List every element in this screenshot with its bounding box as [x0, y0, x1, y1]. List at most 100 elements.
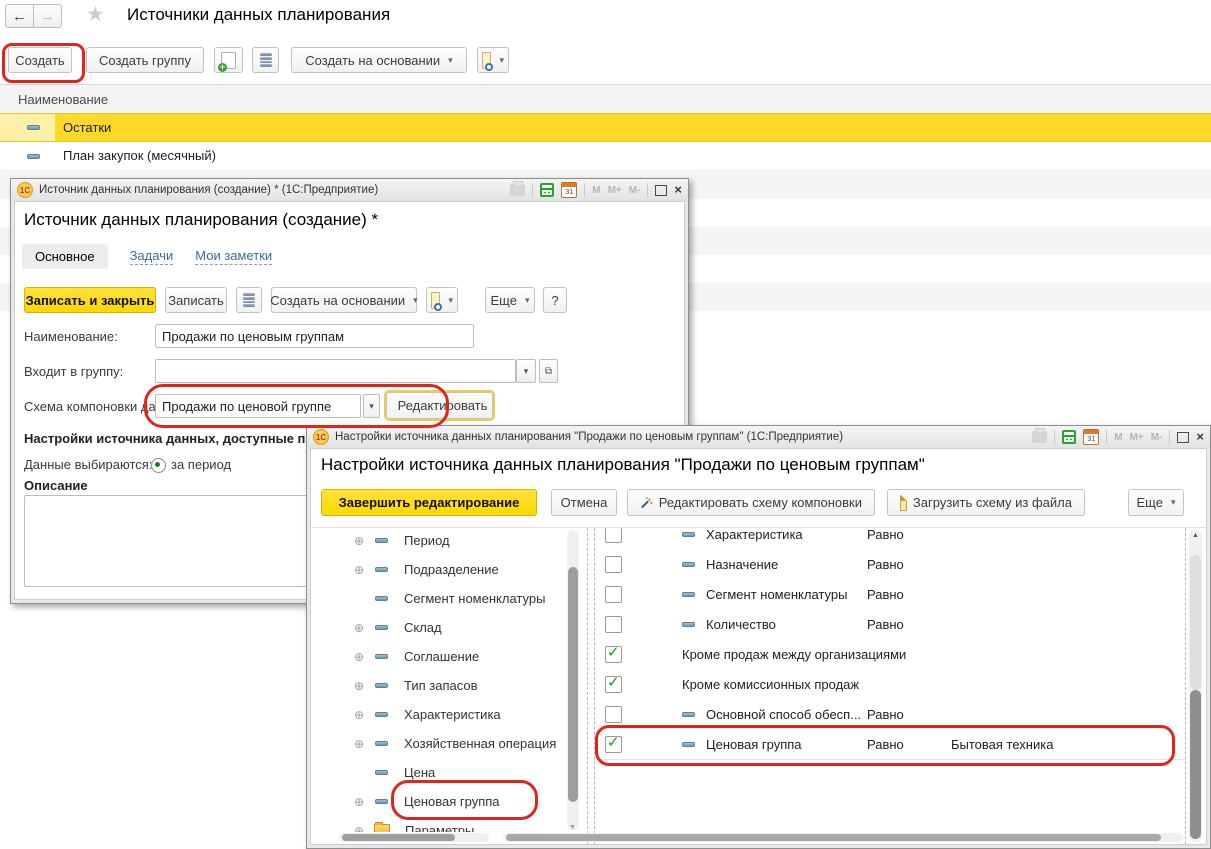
list-header[interactable]: Наименование [0, 85, 1211, 114]
form-stack-icon-button[interactable] [236, 287, 262, 313]
memory-m-button[interactable]: M [1114, 432, 1122, 443]
condition-row[interactable]: Сегмент номенклатуры Равно [599, 579, 1185, 610]
condition-row[interactable]: Количество Равно [599, 609, 1185, 640]
create-button[interactable]: Создать [8, 47, 72, 73]
panel-splitter[interactable] [594, 528, 595, 844]
conditions-hscrollbar-thumb[interactable] [506, 834, 1161, 841]
expand-icon[interactable]: ⊕ [353, 651, 365, 663]
condition-row[interactable]: Кроме продаж между организациями [599, 639, 1185, 670]
description-field[interactable] [24, 495, 311, 587]
name-field[interactable] [155, 324, 474, 348]
expand-icon[interactable]: ⊕ [353, 738, 365, 750]
create-window-titlebar[interactable]: 1С Источник данных планирования (создани… [11, 179, 688, 201]
condition-row[interactable]: Основной способ обесп... Равно [599, 699, 1185, 730]
condition-checkbox[interactable] [605, 616, 622, 633]
memory-mplus-button[interactable]: M+ [608, 185, 622, 196]
conditions-vscrollbar[interactable]: ▲ [1189, 530, 1202, 842]
expand-icon[interactable]: ⊕ [353, 535, 365, 547]
settings-more-button[interactable]: Еще ▾ [1128, 489, 1184, 516]
list-row[interactable]: План закупок (месячный) [0, 142, 1211, 171]
form-report-dropdown-button[interactable]: ▾ [426, 287, 458, 313]
list-row-selected[interactable]: Остатки [0, 113, 1211, 142]
panel-splitter[interactable] [587, 528, 588, 844]
close-button[interactable]: × [1196, 431, 1204, 443]
condition-checkbox[interactable] [605, 736, 622, 753]
calendar-icon[interactable]: 31 [561, 182, 577, 198]
list-settings-icon-button[interactable] [252, 47, 279, 73]
condition-checkbox[interactable] [605, 646, 622, 663]
tree-item-parameters[interactable]: ⊕ Параметры [311, 816, 567, 832]
tree-item[interactable]: ⊕ Тип запасов [311, 671, 567, 700]
expand-icon[interactable]: ⊕ [353, 680, 365, 692]
printer-icon[interactable] [1032, 431, 1047, 443]
tree-item-price-group[interactable]: ⊕ Ценовая группа [311, 787, 567, 816]
group-dropdown-button[interactable]: ▾ [516, 359, 536, 383]
condition-row[interactable]: Назначение Равно [599, 549, 1185, 580]
condition-checkbox[interactable] [605, 676, 622, 693]
add-new-icon-button[interactable] [214, 47, 243, 73]
tree-vscrollbar-thumb[interactable] [568, 567, 578, 802]
condition-row[interactable]: Кроме комиссионных продаж [599, 669, 1185, 700]
cancel-button[interactable]: Отмена [551, 489, 617, 516]
save-and-close-button[interactable]: Записать и закрыть [24, 287, 156, 313]
maximize-button[interactable] [655, 185, 667, 196]
expand-icon[interactable]: ⊕ [353, 709, 365, 721]
create-based-on-button[interactable]: Создать на основании ▾ [291, 47, 467, 73]
calendar-icon[interactable]: 31 [1083, 429, 1099, 445]
load-scheme-button[interactable]: Загрузить схему из файла [887, 489, 1085, 516]
close-button[interactable]: × [674, 184, 682, 196]
create-group-button[interactable]: Создать группу [86, 47, 204, 73]
condition-checkbox[interactable] [605, 556, 622, 573]
scheme-dropdown-button[interactable]: ▾ [363, 394, 380, 418]
edit-scheme-button[interactable]: Редактировать [386, 392, 493, 419]
report-dropdown-button[interactable]: ▾ [477, 47, 509, 73]
memory-mplus-button[interactable]: M+ [1130, 432, 1144, 443]
memory-mminus-button[interactable]: M- [629, 185, 641, 196]
condition-checkbox[interactable] [605, 706, 622, 723]
tree-item[interactable]: ⊕ Хозяйственная операция [311, 729, 567, 758]
radio-for-period[interactable] [151, 458, 166, 473]
save-button[interactable]: Записать [165, 287, 227, 313]
more-button[interactable]: Еще ▾ [485, 287, 535, 313]
calculator-icon[interactable] [1062, 430, 1076, 444]
scroll-down-icon[interactable]: ▼ [569, 824, 576, 831]
tree-item[interactable]: ⊕ Склад [311, 613, 567, 642]
form-create-based-on-button[interactable]: Создать на основании ▾ [271, 287, 417, 313]
nav-back-button[interactable]: ← [5, 4, 34, 28]
printer-icon[interactable] [510, 184, 525, 196]
expand-icon[interactable]: ⊕ [353, 825, 365, 833]
condition-row-price-group[interactable]: Ценовая группа Равно Бытовая техника [599, 729, 1185, 760]
tree-item[interactable]: ⊕ Период [311, 528, 567, 555]
expand-icon[interactable]: ⊕ [353, 564, 365, 576]
tree-vscrollbar[interactable]: ▼ [567, 530, 579, 830]
tree-item[interactable]: Сегмент номенклатуры [311, 584, 567, 613]
nav-forward-button[interactable]: → [33, 4, 62, 28]
expand-icon[interactable]: ⊕ [353, 622, 365, 634]
settings-window-titlebar[interactable]: 1С Настройки источника данных планирован… [307, 426, 1210, 448]
tree-item[interactable]: Цена [311, 758, 567, 787]
group-open-button[interactable]: ⧉ [539, 359, 558, 383]
tree-hscrollbar[interactable] [339, 833, 489, 842]
memory-mminus-button[interactable]: M- [1151, 432, 1163, 443]
conditions-hscrollbar[interactable] [503, 833, 1183, 842]
finish-editing-button[interactable]: Завершить редактирование [321, 489, 537, 516]
tab-main[interactable]: Основное [22, 244, 108, 269]
conditions-vscrollbar-thumb[interactable] [1190, 690, 1201, 839]
scheme-field[interactable] [155, 394, 361, 418]
tree-item[interactable]: ⊕ Подразделение [311, 555, 567, 584]
tree-item[interactable]: ⊕ Соглашение [311, 642, 567, 671]
condition-checkbox[interactable] [605, 528, 622, 543]
tree-item[interactable]: ⊕ Характеристика [311, 700, 567, 729]
memory-m-button[interactable]: M [592, 185, 600, 196]
scroll-up-icon[interactable]: ▲ [1192, 532, 1199, 539]
tree-hscrollbar-thumb[interactable] [342, 834, 455, 841]
condition-row[interactable]: Характеристика Равно [599, 528, 1185, 550]
condition-checkbox[interactable] [605, 586, 622, 603]
tab-notes[interactable]: Мои заметки [195, 248, 272, 265]
edit-composition-scheme-button[interactable]: Редактировать схему компоновки [627, 489, 875, 516]
group-field[interactable] [155, 359, 516, 383]
help-button[interactable]: ? [543, 287, 567, 313]
expand-icon[interactable]: ⊕ [353, 796, 365, 808]
tab-tasks[interactable]: Задачи [130, 248, 174, 265]
maximize-button[interactable] [1177, 432, 1189, 443]
